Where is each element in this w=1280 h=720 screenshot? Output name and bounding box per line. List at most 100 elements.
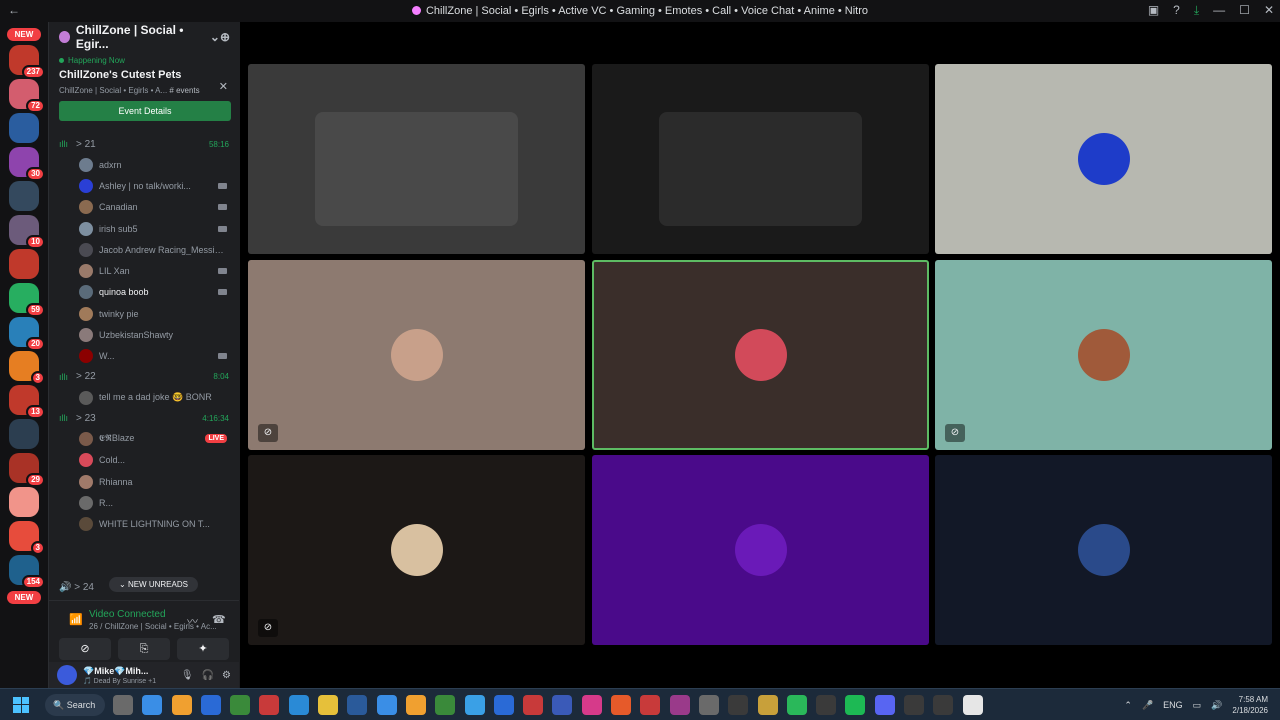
video-tile-avatar-tile-7[interactable]	[935, 455, 1272, 645]
voice-member[interactable]: R...	[49, 492, 239, 513]
windows-start-icon[interactable]	[13, 696, 29, 713]
voice-channel-23[interactable]: ıllı > 23 4:16:34	[49, 408, 239, 428]
activities-button[interactable]: ✦	[177, 638, 229, 660]
server-icon-s11[interactable]: 13	[9, 385, 45, 419]
voice-member[interactable]: W...	[49, 346, 239, 367]
taskbar-app-icon[interactable]	[552, 694, 573, 715]
voice-member[interactable]: Canadian	[49, 197, 239, 218]
voice-member[interactable]: LIL Xan	[49, 260, 239, 281]
voice-member[interactable]: irish sub5	[49, 218, 239, 239]
clock[interactable]: 7:58 AM 2/18/2026	[1232, 694, 1268, 716]
voice-member[interactable]: adxrn	[49, 154, 239, 175]
taskbar-search[interactable]: 🔍 Search	[45, 693, 105, 716]
taskbar-app-icon[interactable]	[698, 694, 719, 715]
taskbar-app-icon[interactable]	[581, 694, 602, 715]
avatar[interactable]	[57, 665, 77, 685]
new-servers-pill[interactable]: NEW	[7, 28, 41, 41]
add-user-icon[interactable]: ⊕	[220, 30, 230, 44]
server-icon-s16[interactable]: 154	[9, 555, 45, 589]
network-icon[interactable]: ▭	[1193, 700, 1202, 711]
maximize-icon[interactable]: ☐	[1239, 3, 1250, 18]
taskbar-app-icon[interactable]	[464, 694, 485, 715]
microphone-icon[interactable]: 🎙	[181, 670, 194, 681]
taskbar-app-icon[interactable]	[669, 694, 690, 715]
download-icon[interactable]: ⤓	[1194, 3, 1199, 18]
taskbar-app-icon[interactable]	[171, 694, 192, 715]
taskbar-app-icon[interactable]	[757, 694, 778, 715]
close-icon[interactable]: ✕	[1264, 3, 1274, 18]
voice-member[interactable]: quinoa boob	[49, 282, 239, 303]
event-details-button[interactable]: Event Details	[59, 101, 231, 121]
taskbar-app-icon[interactable]	[142, 694, 163, 715]
server-icon-s3[interactable]	[9, 113, 39, 143]
server-icon-s1[interactable]: 237	[9, 45, 45, 79]
taskbar-app-icon[interactable]	[611, 694, 632, 715]
taskbar-app-icon[interactable]	[200, 694, 221, 715]
server-icon-s9[interactable]: 20	[9, 317, 45, 351]
server-icon-s6[interactable]: 10	[9, 215, 45, 249]
taskbar-app-icon[interactable]	[405, 694, 426, 715]
language-indicator[interactable]: ENG	[1163, 700, 1183, 710]
taskbar-app-icon[interactable]	[259, 694, 280, 715]
server-icon-s13[interactable]: 29	[9, 453, 45, 487]
taskbar-app-icon[interactable]	[318, 694, 339, 715]
video-tile-webcam-hat[interactable]	[592, 64, 929, 254]
voice-member[interactable]: Cold...	[49, 450, 239, 471]
taskbar-app-icon[interactable]	[640, 694, 661, 715]
video-tile-avatar-tile-5[interactable]: ⊘	[248, 455, 585, 645]
gear-icon[interactable]: ⚙	[222, 670, 231, 681]
server-icon-s2[interactable]: 72	[9, 79, 45, 113]
user-info[interactable]: 💎Mike💎Mih... 🎵 Dead By Sunrise +1	[83, 666, 156, 685]
volume-icon[interactable]: 🔊	[1211, 700, 1222, 711]
guild-header[interactable]: ChillZone | Social • Egir... ⌄ ⊕	[49, 22, 240, 52]
taskbar-app-icon[interactable]	[347, 694, 368, 715]
voice-channel-21[interactable]: ıllı > 21 58:16	[49, 134, 239, 154]
server-icon-s8[interactable]: 59	[9, 283, 45, 317]
video-tile-avatar-tile-2[interactable]: ⊘	[248, 260, 585, 450]
video-tile-webcam-room[interactable]	[248, 64, 585, 254]
taskbar-app-icon[interactable]	[786, 694, 807, 715]
help-icon[interactable]: ?	[1173, 3, 1180, 18]
taskbar-app-icon[interactable]	[113, 694, 133, 715]
taskbar-app-icon[interactable]	[230, 694, 251, 715]
camera-off-button[interactable]: ⊘	[59, 638, 111, 660]
taskbar-app-icon[interactable]	[874, 694, 895, 715]
voice-channel-22[interactable]: ıllı > 22 8:04	[49, 367, 239, 387]
voice-member[interactable]: UzbekistanShawty	[49, 324, 239, 345]
new-servers-pill[interactable]: NEW	[7, 591, 41, 604]
voice-channel-24[interactable]: 🔊 > 24	[59, 582, 94, 593]
minimize-icon[interactable]: —	[1213, 3, 1225, 18]
taskbar-app-icon[interactable]	[376, 694, 397, 715]
taskbar-app-icon[interactable]	[904, 694, 925, 715]
video-tile-avatar-tile-4[interactable]: ⊘	[935, 260, 1272, 450]
server-icon-s12[interactable]	[9, 419, 39, 449]
taskbar-app-icon[interactable]	[933, 694, 954, 715]
taskbar-app-icon[interactable]	[493, 694, 514, 715]
video-tile-avatar-tile-3[interactable]	[592, 260, 929, 450]
voice-member[interactable]: 𝕰𝕽Blaze LIVE	[49, 428, 239, 449]
voice-member[interactable]: twinky pie	[49, 303, 239, 324]
taskbar-app-icon[interactable]	[845, 694, 866, 715]
taskbar-app-icon[interactable]	[523, 694, 544, 715]
voice-member[interactable]: tell me a dad joke 🤓 BONR	[49, 387, 239, 408]
chevron-up-icon[interactable]: ⌃	[1124, 700, 1132, 711]
server-icon-s14[interactable]	[9, 487, 39, 517]
disconnect-icon[interactable]: ☎	[212, 613, 226, 626]
server-icon-s7[interactable]	[9, 249, 39, 279]
taskbar-app-icon[interactable]	[288, 694, 309, 715]
voice-member[interactable]: WHITE LIGHTNING ON T...	[49, 513, 239, 534]
server-icon-s10[interactable]: 3	[9, 351, 45, 385]
voice-status-title[interactable]: Video Connected	[89, 609, 166, 620]
taskbar-app-icon[interactable]	[816, 694, 837, 715]
server-icon-s4[interactable]: 30	[9, 147, 45, 181]
server-icon-s15[interactable]: 3	[9, 521, 45, 555]
close-icon[interactable]: ✕	[219, 80, 228, 93]
video-tile-avatar-tile-1[interactable]	[935, 64, 1272, 254]
voice-member[interactable]: Jacob Andrew Racing_Messiah...	[49, 239, 239, 260]
voice-member[interactable]: Rhianna	[49, 471, 239, 492]
new-unreads-pill[interactable]: ⌄ NEW UNREADS	[109, 577, 198, 592]
video-tile-avatar-tile-6[interactable]	[592, 455, 929, 645]
noise-suppression-icon[interactable]: 〰	[187, 613, 198, 629]
taskbar-app-icon[interactable]	[728, 694, 749, 715]
taskbar-app-icon[interactable]	[962, 694, 983, 715]
